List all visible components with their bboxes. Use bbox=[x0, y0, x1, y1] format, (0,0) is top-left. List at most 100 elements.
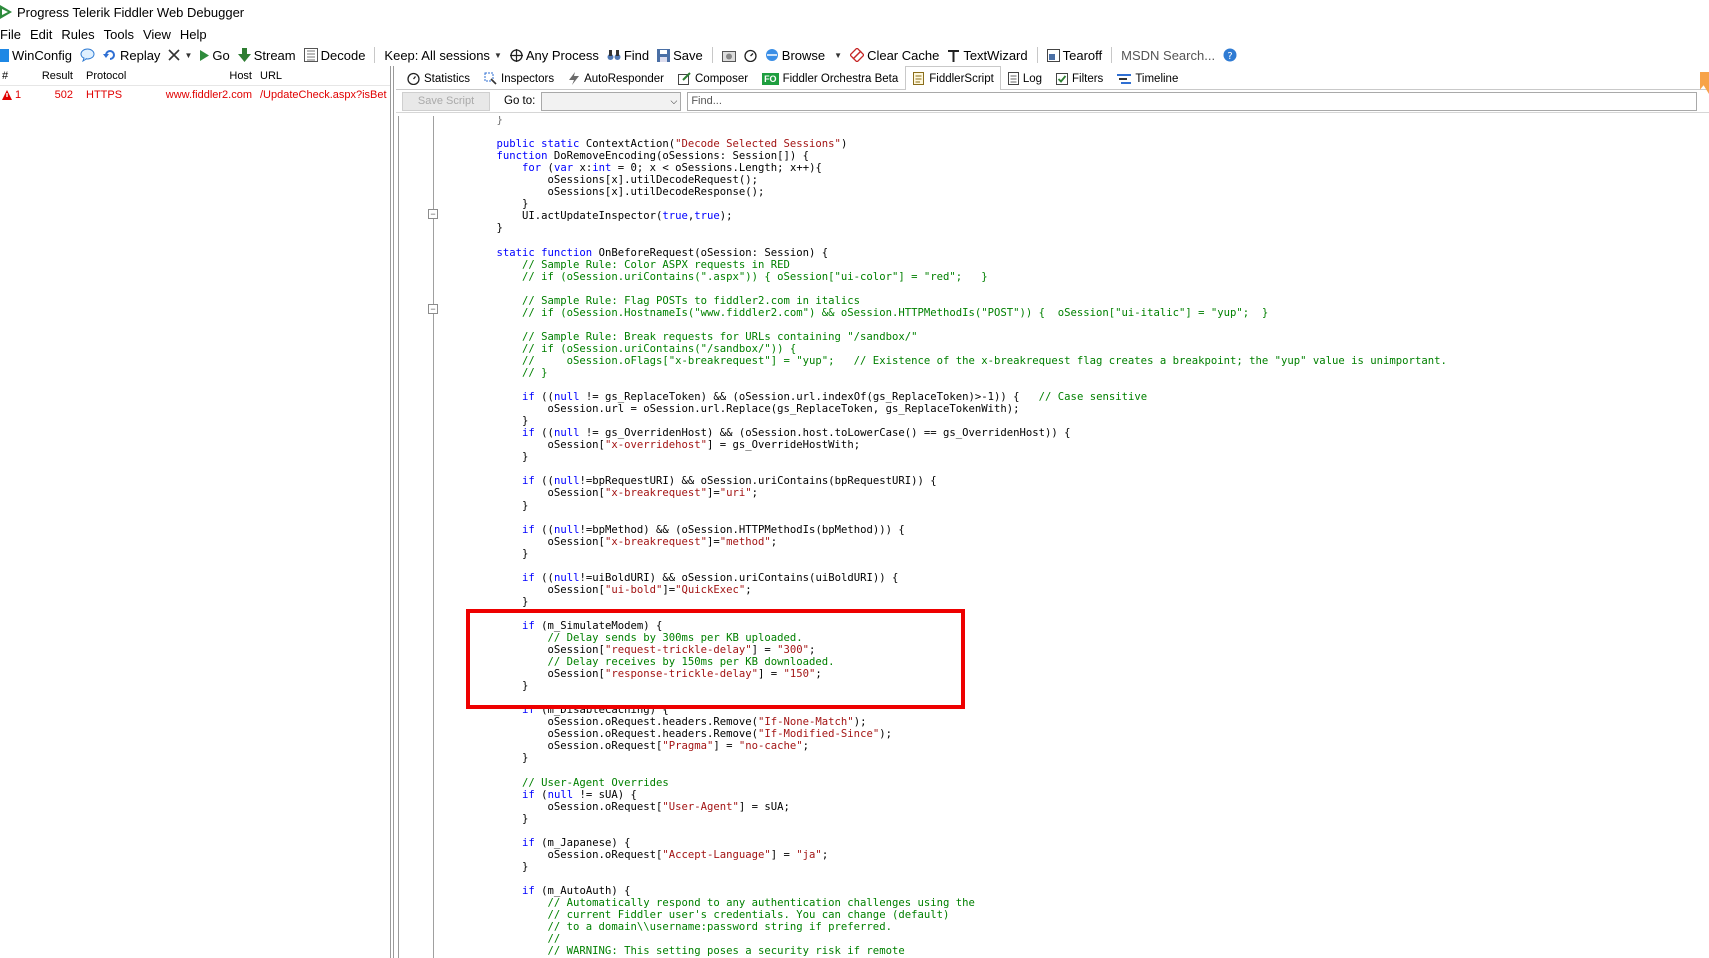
code-token: true bbox=[694, 210, 720, 223]
code-token: null bbox=[553, 523, 580, 536]
tab-composer[interactable]: Composer bbox=[671, 67, 755, 89]
code-line: oSession.oRequest.headers.Remove("If-Non… bbox=[471, 716, 1447, 728]
find-button[interactable]: Find bbox=[603, 45, 653, 65]
tab-log[interactable]: Log bbox=[1001, 67, 1049, 89]
tab-fiddler-orchestra[interactable]: FO Fiddler Orchestra Beta bbox=[755, 67, 905, 89]
comment-button[interactable] bbox=[76, 45, 99, 65]
fiddler-logo-icon bbox=[0, 5, 12, 19]
tab-fiddlerscript[interactable]: FiddlerScript bbox=[905, 66, 1001, 90]
session-number-cell: 1 bbox=[0, 89, 26, 101]
code-line: oSession.oRequest.headers.Remove("If-Mod… bbox=[471, 728, 1447, 740]
code-line: // Delay sends by 300ms per KB uploaded. bbox=[471, 632, 1447, 644]
code-line: } bbox=[471, 451, 1447, 463]
save-button[interactable]: Save bbox=[653, 45, 707, 65]
fold-toggle[interactable]: − bbox=[428, 304, 438, 314]
code-token: // if (oSession.uriContains("/sandbox/")… bbox=[471, 342, 797, 355]
code-line: oSession["ui-bold"]="QuickExec"; bbox=[471, 584, 1447, 596]
any-process-label: Any Process bbox=[525, 47, 599, 63]
find-label: Find bbox=[623, 47, 650, 63]
code-token: ] = sUA; bbox=[738, 800, 790, 813]
code-token: // WARNING: This setting poses a securit… bbox=[471, 945, 905, 958]
fold-toggle[interactable]: − bbox=[428, 209, 438, 219]
clear-cache-button[interactable]: Clear Cache bbox=[846, 45, 943, 65]
menu-view[interactable]: View bbox=[143, 27, 180, 42]
code-line: oSession.oRequest["Accept-Language"] = "… bbox=[471, 849, 1447, 861]
code-token: ; bbox=[802, 740, 810, 753]
browse-button[interactable]: Browse ▼ bbox=[761, 45, 846, 65]
tearoff-icon bbox=[1046, 48, 1060, 62]
keep-label: Keep: All sessions bbox=[384, 47, 490, 63]
goto-dropdown[interactable]: ⌵ bbox=[541, 91, 682, 111]
session-host: www.fiddler2.com bbox=[165, 89, 252, 101]
code-line: oSession.url = oSession.url.Replace(gs_R… bbox=[471, 403, 1447, 415]
code-line: oSession["x-breakrequest"]="method"; bbox=[471, 536, 1447, 548]
textwizard-button[interactable]: TextWizard bbox=[943, 45, 1031, 65]
remove-button[interactable]: ▼ bbox=[164, 45, 196, 65]
tab-autoresponder[interactable]: AutoResponder bbox=[561, 67, 671, 89]
pencil-icon bbox=[678, 72, 691, 85]
script-editor[interactable]: − − } public static ContextAction("Decod… bbox=[398, 116, 1709, 958]
column-header-url[interactable]: URL bbox=[258, 70, 390, 82]
code-token: "x-breakrequest" bbox=[604, 535, 707, 548]
session-result: 502 bbox=[54, 89, 73, 101]
menu-file[interactable]: File bbox=[0, 27, 30, 42]
find-input[interactable] bbox=[687, 91, 1698, 111]
code-token: oSession[ bbox=[471, 535, 605, 548]
code-token: ); bbox=[879, 728, 892, 741]
screenshot-button[interactable] bbox=[718, 45, 740, 65]
chevron-down-icon: ▼ bbox=[493, 50, 502, 60]
tab-label: Inspectors bbox=[501, 72, 555, 85]
code-token: != gs_ReplaceToken) && (oSession.url.ind… bbox=[579, 391, 1039, 404]
msdn-search-box[interactable]: MSDN Search... bbox=[1117, 45, 1219, 65]
code-line: } bbox=[471, 596, 1447, 608]
code-token: } bbox=[471, 680, 529, 693]
column-header-protocol[interactable]: Protocol bbox=[78, 70, 136, 82]
code-token: "method" bbox=[719, 535, 771, 548]
column-header-number[interactable]: # bbox=[0, 70, 26, 82]
code-token: "QuickExec" bbox=[675, 583, 746, 596]
code-token: (m_AutoAuth) { bbox=[534, 885, 631, 897]
menu-edit[interactable]: Edit bbox=[30, 27, 61, 42]
script-icon bbox=[913, 72, 925, 85]
code-token: var bbox=[553, 162, 574, 175]
code-line: } bbox=[471, 813, 1447, 825]
decode-button[interactable]: Decode bbox=[300, 45, 370, 65]
column-header-result[interactable]: Result bbox=[26, 70, 78, 82]
code-token: // if (oSession.HostnameIs("www.fiddler2… bbox=[471, 306, 1269, 319]
session-number: 1 bbox=[15, 89, 22, 101]
tab-timeline[interactable]: Timeline bbox=[1110, 67, 1185, 89]
editor-gutter bbox=[399, 116, 425, 958]
code-token: (m_SimulateModem) { bbox=[534, 619, 663, 632]
replay-icon bbox=[102, 50, 115, 60]
save-icon bbox=[657, 48, 671, 62]
keep-sessions-dropdown[interactable]: Keep: All sessions ▼ bbox=[380, 45, 505, 65]
timer-button[interactable] bbox=[740, 45, 761, 65]
replay-button[interactable]: Replay bbox=[99, 45, 164, 65]
code-token: oSession.oRequest.headers.Remove( bbox=[471, 728, 759, 741]
table-row[interactable]: 1 502 HTTPS www.fiddler2.com /UpdateChec… bbox=[0, 86, 390, 104]
pane-splitter[interactable] bbox=[390, 66, 394, 958]
tab-inspectors[interactable]: Inspectors bbox=[477, 67, 561, 89]
help-button[interactable]: ? bbox=[1219, 45, 1241, 65]
menu-help[interactable]: Help bbox=[180, 27, 216, 42]
tearoff-button[interactable]: Tearoff bbox=[1043, 45, 1107, 65]
menu-tools[interactable]: Tools bbox=[104, 27, 143, 42]
code-line: // WARNING: This setting poses a securit… bbox=[471, 945, 1447, 957]
go-button[interactable]: Go bbox=[196, 45, 233, 65]
tab-statistics[interactable]: Statistics bbox=[400, 67, 477, 89]
tab-label: FiddlerScript bbox=[929, 72, 994, 85]
menu-rules[interactable]: Rules bbox=[61, 27, 103, 42]
any-process-button[interactable]: Any Process bbox=[506, 45, 603, 65]
stream-button[interactable]: Stream bbox=[234, 45, 300, 65]
save-script-button[interactable]: Save Script bbox=[402, 91, 490, 111]
tab-filters[interactable]: Filters bbox=[1049, 67, 1110, 89]
column-header-host[interactable]: Host bbox=[136, 70, 258, 82]
winconfig-button[interactable]: WinConfig bbox=[0, 45, 76, 65]
